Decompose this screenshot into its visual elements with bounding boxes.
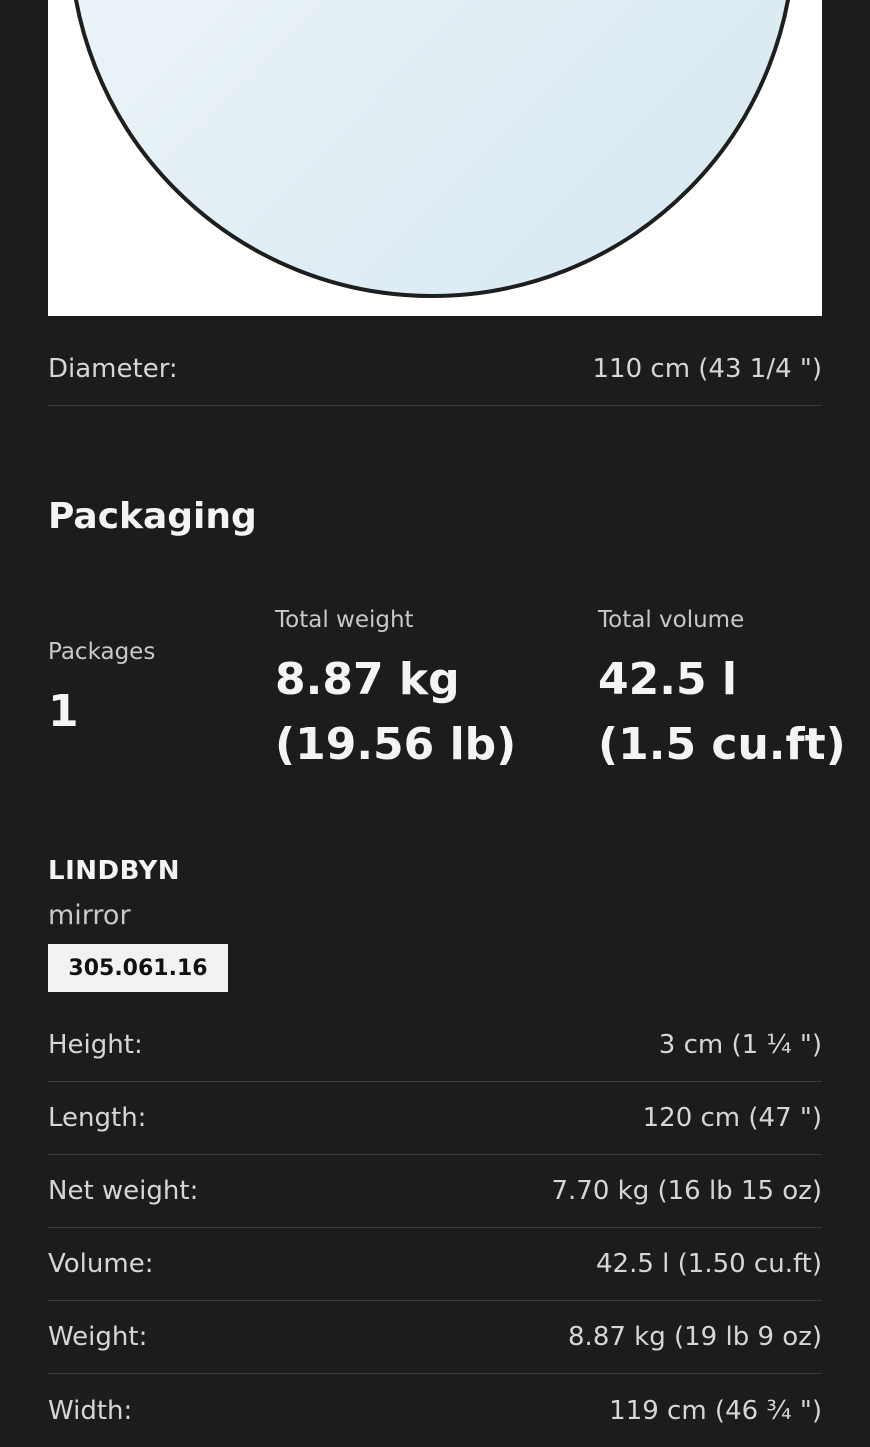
- article-number-badge: 305.061.16: [48, 944, 228, 992]
- spec-row-diameter: Diameter: 110 cm (43 1/4 "): [48, 333, 822, 406]
- spec-label: Volume:: [48, 1249, 154, 1279]
- product-image-mirror: [48, 0, 822, 316]
- round-mirror-illustration: [74, 0, 790, 298]
- spec-label: Height:: [48, 1030, 143, 1060]
- total-volume-value-primary: 42.5 l: [598, 654, 737, 705]
- spec-row-width: Width: 119 cm (46 ¾ "): [48, 1374, 822, 1447]
- spec-value: 110 cm (43 1/4 "): [592, 354, 822, 384]
- spec-label: Diameter:: [48, 354, 178, 384]
- spec-value: 3 cm (1 ¼ "): [658, 1030, 822, 1060]
- spec-label: Weight:: [48, 1322, 148, 1352]
- spec-value: 8.87 kg (19 lb 9 oz): [568, 1322, 822, 1352]
- spec-row-net-weight: Net weight: 7.70 kg (16 lb 15 oz): [48, 1155, 822, 1228]
- total-volume-label: Total volume: [598, 607, 745, 633]
- spec-value: 120 cm (47 "): [642, 1103, 822, 1133]
- product-type: mirror: [48, 900, 131, 931]
- spec-label: Width:: [48, 1395, 133, 1426]
- spec-row-volume: Volume: 42.5 l (1.50 cu.ft): [48, 1228, 822, 1301]
- spec-row-height: Height: 3 cm (1 ¼ "): [48, 1009, 822, 1082]
- spec-value: 119 cm (46 ¾ "): [609, 1395, 822, 1426]
- spec-value: 42.5 l (1.50 cu.ft): [595, 1249, 822, 1279]
- packages-label: Packages: [48, 639, 156, 665]
- product-name: LINDBYN: [48, 856, 181, 886]
- spec-row-length: Length: 120 cm (47 "): [48, 1082, 822, 1155]
- spec-label: Length:: [48, 1103, 147, 1133]
- packages-value: 1: [48, 686, 79, 737]
- total-weight-label: Total weight: [275, 607, 414, 633]
- packaging-heading: Packaging: [48, 496, 257, 537]
- spec-row-weight: Weight: 8.87 kg (19 lb 9 oz): [48, 1301, 822, 1374]
- total-weight-value-imperial: (19.56 lb): [275, 719, 517, 770]
- total-weight-value-primary: 8.87 kg: [275, 654, 460, 705]
- total-volume-value-imperial: (1.5 cu.ft): [598, 719, 846, 770]
- spec-value: 7.70 kg (16 lb 15 oz): [551, 1176, 822, 1206]
- spec-label: Net weight:: [48, 1176, 199, 1206]
